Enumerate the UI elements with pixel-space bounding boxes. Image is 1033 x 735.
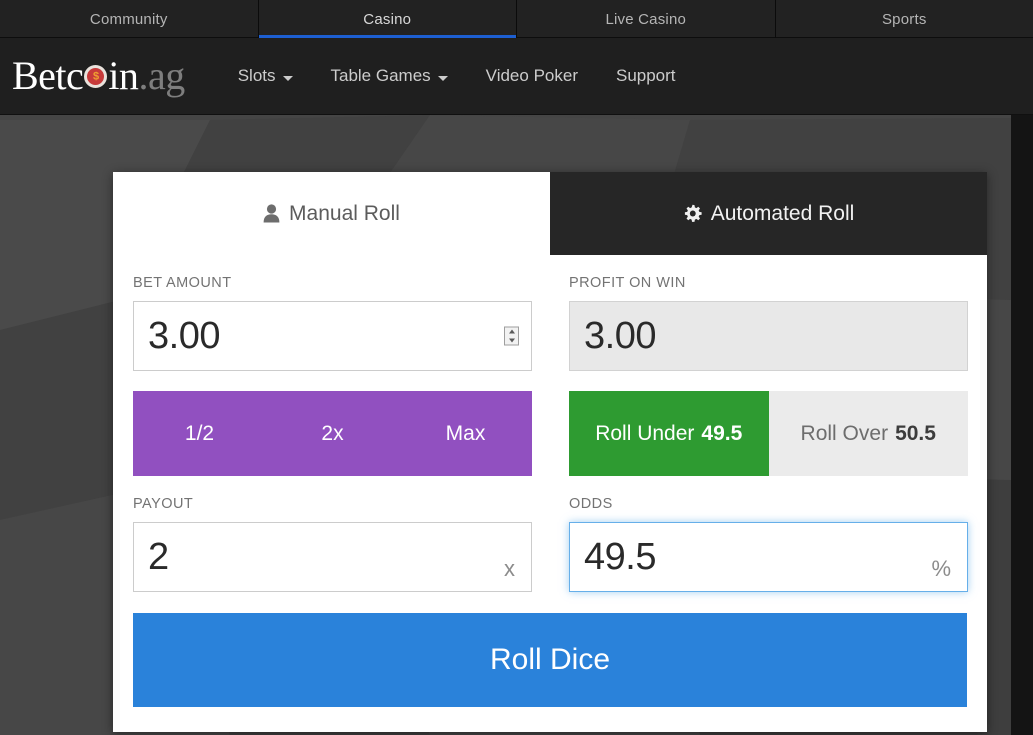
field-odds: ODDS 49.5 % xyxy=(569,496,968,592)
roll-over-value: 50.5 xyxy=(895,421,936,445)
odds-value: 49.5 xyxy=(584,536,656,578)
bet-multiplier-group: 1/2 2x Max xyxy=(133,391,532,476)
tab-manual-roll[interactable]: Manual Roll xyxy=(113,172,550,255)
brand-text-first: Betc xyxy=(12,53,84,98)
payout-input[interactable]: 2 x xyxy=(133,522,532,592)
nav-item-label: Support xyxy=(615,66,676,85)
gear-icon xyxy=(683,204,702,223)
field-bet-amount: BET AMOUNT 3.00 xyxy=(133,275,532,371)
brand-logo[interactable]: Betcin.ag xyxy=(12,56,185,96)
top-tab-label: Sports xyxy=(881,10,927,28)
bet-amount-stepper[interactable] xyxy=(504,326,519,346)
chevron-down-icon xyxy=(282,75,293,81)
roll-under-label: Roll Under xyxy=(595,421,695,445)
nav-item-label: Video Poker xyxy=(485,66,578,85)
top-tab-casino[interactable]: Casino xyxy=(258,0,517,39)
bet-amount-label: BET AMOUNT xyxy=(133,275,232,291)
profit-on-win-label: PROFIT ON WIN xyxy=(569,275,686,291)
tab-label: Automated Roll xyxy=(710,201,855,225)
row-buttons: 1/2 2x Max Roll Under 49.5 Roll Over 50.… xyxy=(133,391,968,476)
odds-label: ODDS xyxy=(569,496,613,512)
card-tab-bar: Manual Roll Automated Roll xyxy=(113,172,987,255)
nav-item-slots[interactable]: Slots xyxy=(219,58,312,94)
top-tab-label: Casino xyxy=(363,10,412,28)
top-tab-community[interactable]: Community xyxy=(0,0,259,38)
bet-max-button[interactable]: Max xyxy=(399,391,532,476)
tab-automated-roll[interactable]: Automated Roll xyxy=(550,172,987,255)
top-tab-label: Community xyxy=(89,10,168,28)
page-root: Community Casino Live Casino Sports Betc… xyxy=(0,0,1033,735)
bet-amount-value: 3.00 xyxy=(148,315,220,357)
nav-item-label: Slots xyxy=(237,66,276,85)
stepper-up-icon[interactable] xyxy=(508,329,515,334)
main-navbar: Betcin.ag Slots Table Games Video Poker … xyxy=(0,38,1033,115)
top-tab-bar: Community Casino Live Casino Sports xyxy=(0,0,1033,39)
row-amounts: BET AMOUNT 3.00 PROFIT ON WIN 3.00 xyxy=(133,275,968,371)
nav-item-table-games[interactable]: Table Games xyxy=(312,58,467,94)
payout-value: 2 xyxy=(148,536,169,578)
bet-max-label: Max xyxy=(445,421,486,445)
roll-dice-button[interactable]: Roll Dice xyxy=(133,613,967,707)
bet-half-label: 1/2 xyxy=(184,421,215,445)
payout-label: PAYOUT xyxy=(133,496,194,512)
nav-item-support[interactable]: Support xyxy=(597,58,695,94)
field-profit-on-win: PROFIT ON WIN 3.00 xyxy=(569,275,968,371)
roll-dice-label: Roll Dice xyxy=(489,643,611,676)
bet-double-button[interactable]: 2x xyxy=(266,391,399,476)
row-payout-odds: PAYOUT 2 x ODDS 49.5 % xyxy=(133,496,968,592)
card-body: BET AMOUNT 3.00 PROFIT ON WIN 3.00 1/2 2… xyxy=(113,255,987,732)
bet-double-label: 2x xyxy=(321,421,344,445)
dice-game-card: Manual Roll Automated Roll BET AMOUNT 3.… xyxy=(113,172,987,732)
user-icon xyxy=(263,204,280,223)
chevron-down-icon xyxy=(437,75,448,81)
right-edge-shade xyxy=(1011,115,1033,735)
top-tab-live-casino[interactable]: Live Casino xyxy=(517,0,776,38)
roll-over-label: Roll Over xyxy=(800,421,889,445)
roll-over-button[interactable]: Roll Over 50.5 xyxy=(768,391,968,476)
bet-half-button[interactable]: 1/2 xyxy=(133,391,266,476)
payout-suffix: x xyxy=(504,556,515,581)
roll-under-value: 49.5 xyxy=(701,421,743,445)
nav-item-video-poker[interactable]: Video Poker xyxy=(467,58,597,94)
main-nav-list: Slots Table Games Video Poker Support xyxy=(219,58,695,94)
roll-under-button[interactable]: Roll Under 49.5 xyxy=(569,391,769,476)
top-tab-sports[interactable]: Sports xyxy=(776,0,1033,38)
top-tab-label: Live Casino xyxy=(605,10,687,28)
tab-label: Manual Roll xyxy=(289,201,400,225)
poker-chip-icon xyxy=(84,65,108,88)
odds-input[interactable]: 49.5 % xyxy=(569,522,968,592)
stepper-down-icon[interactable] xyxy=(508,338,515,343)
profit-on-win-input: 3.00 xyxy=(569,301,968,371)
profit-on-win-value: 3.00 xyxy=(584,315,656,357)
field-payout: PAYOUT 2 x xyxy=(133,496,532,592)
brand-tld: .ag xyxy=(138,53,185,98)
roll-direction-group: Roll Under 49.5 Roll Over 50.5 xyxy=(569,391,968,476)
brand-text-second: in xyxy=(108,53,139,98)
odds-suffix: % xyxy=(931,556,951,581)
nav-item-label: Table Games xyxy=(330,66,431,85)
bet-amount-input[interactable]: 3.00 xyxy=(133,301,532,371)
